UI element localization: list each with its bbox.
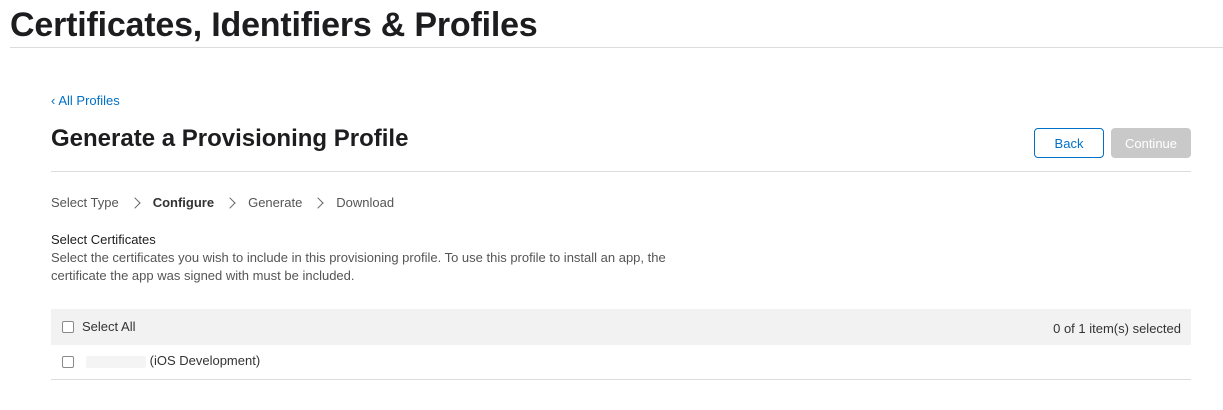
- selected-count: 0 of 1 item(s) selected: [1053, 321, 1181, 336]
- step-breadcrumb: Select Type Configure Generate Download: [51, 195, 394, 210]
- chevron-right-icon: [224, 196, 236, 209]
- chevron-right-icon: [312, 196, 324, 209]
- table-header: Select All 0 of 1 item(s) selected: [51, 309, 1191, 345]
- select-all-checkbox[interactable]: [62, 321, 74, 333]
- redacted-name: [86, 355, 146, 368]
- page-title: Certificates, Identifiers & Profiles: [10, 6, 538, 44]
- step-configure: Configure: [152, 195, 215, 210]
- certificates-description: Select the certificates you wish to incl…: [51, 250, 666, 283]
- chevron-left-icon: ‹: [51, 93, 56, 108]
- section-divider: [51, 171, 1191, 172]
- certificates-heading: Select Certificates: [51, 232, 156, 247]
- title-divider: [10, 47, 1223, 48]
- certificate-type: (iOS Development): [149, 353, 261, 368]
- select-all-label[interactable]: Select All: [82, 319, 135, 334]
- certificate-checkbox[interactable]: [62, 356, 74, 368]
- step-generate: Generate: [248, 195, 303, 210]
- table-row[interactable]: (iOS Development): [51, 345, 1191, 380]
- step-select-type: Select Type: [51, 195, 119, 210]
- step-download: Download: [336, 195, 395, 210]
- all-profiles-label: All Profiles: [58, 93, 120, 108]
- continue-button[interactable]: Continue: [1111, 128, 1191, 158]
- all-profiles-link[interactable]: ‹ All Profiles: [51, 93, 120, 108]
- back-button[interactable]: Back: [1034, 128, 1104, 158]
- chevron-right-icon: [129, 196, 141, 209]
- section-title: Generate a Provisioning Profile: [51, 125, 409, 152]
- certificate-name: (iOS Development): [86, 353, 260, 368]
